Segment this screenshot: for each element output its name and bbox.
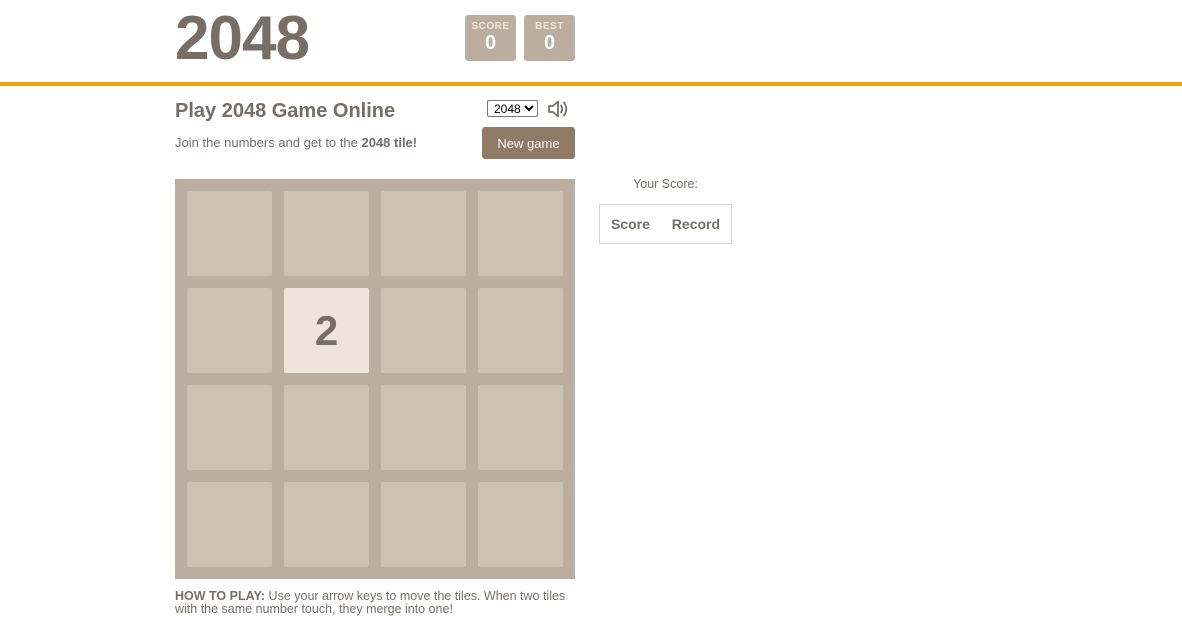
score-value: 0: [484, 32, 497, 54]
intro-text-prefix: Join the numbers and get to the: [175, 135, 362, 150]
grid-cell: [187, 191, 272, 276]
record-column-header: Record: [671, 216, 721, 232]
grid-cell: [381, 191, 466, 276]
grid-cell: [284, 385, 369, 470]
page-title: Play 2048 Game Online: [175, 100, 396, 122]
your-score-label: Your Score:: [633, 177, 698, 191]
page: 2048 SCORE 0 BEST 0 Play 2048 Game Onlin…: [0, 0, 1182, 620]
score-box: SCORE 0: [465, 15, 516, 61]
tile: 2: [284, 288, 369, 373]
grid-cell: [381, 385, 466, 470]
score-column-header: Score: [610, 216, 650, 232]
grid-cell: [478, 385, 563, 470]
grid-cell: [284, 482, 369, 567]
grid-cell: [284, 191, 369, 276]
intro-text-goal: 2048 tile!: [361, 135, 418, 150]
score-label: SCORE: [471, 21, 510, 32]
grid-cell: [187, 385, 272, 470]
intro-text: Join the numbers and get to the 2048 til…: [175, 135, 417, 150]
grid-cell: [478, 288, 563, 373]
grid-cell: [381, 482, 466, 567]
how-to-play: HOW TO PLAY: Use your arrow keys to move…: [175, 590, 577, 616]
new-game-button[interactable]: New game: [482, 127, 575, 159]
score-table: Score Record: [599, 204, 732, 244]
best-score-box: BEST 0: [524, 15, 575, 61]
grid-cell: [478, 482, 563, 567]
grid-cell: [187, 288, 272, 373]
best-label: BEST: [535, 21, 564, 32]
game-logo: 2048: [175, 4, 310, 73]
speaker-icon[interactable]: [546, 98, 570, 120]
grid-cell: [478, 191, 563, 276]
best-value: 0: [543, 32, 556, 54]
grid-cell: [381, 288, 466, 373]
game-board[interactable]: 2: [175, 179, 575, 579]
header-divider: [0, 82, 1182, 86]
board-size-select[interactable]: 2048: [487, 100, 538, 117]
grid-cell: [187, 482, 272, 567]
how-to-play-label: HOW TO PLAY:: [175, 589, 266, 603]
